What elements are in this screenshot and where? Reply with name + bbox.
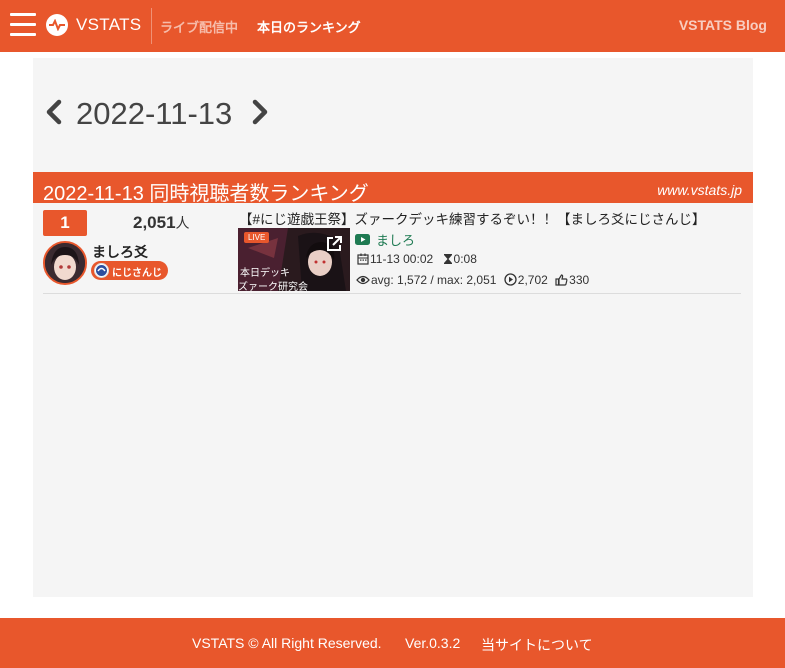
start-time: 11-13 00:02 [370, 252, 434, 266]
nav-link-blog[interactable]: VSTATS Blog [679, 17, 767, 33]
footer: VSTATS © All Right Reserved. Ver.0.3.2 当… [0, 618, 785, 668]
view-count: 2,702 [517, 273, 548, 287]
thumbs-up-icon [555, 274, 568, 289]
thumbnail-caption: 本日デッキ [240, 268, 290, 279]
navbar: VSTATS ライブ配信中 本日のランキング VSTATS Blog [0, 0, 785, 52]
rank-badge: 1 [43, 210, 87, 236]
footer-about-link[interactable]: 当サイトについて [481, 635, 593, 655]
next-date-icon[interactable] [249, 96, 271, 128]
nav-link-live[interactable]: ライブ配信中 [160, 17, 238, 36]
calendar-icon [357, 253, 369, 268]
ranking-title: 2022-11-13 同時視聴者数ランキング [43, 183, 369, 205]
ranking-row: 1 2,051人 ましろ爻 にじさんじ 【#にじ遊戯王祭】ズァークデッキ練習する… [43, 206, 741, 294]
footer-version: Ver.0.3.2 [405, 635, 461, 651]
prev-date-icon[interactable] [43, 96, 65, 128]
avatar[interactable] [43, 241, 87, 285]
nijisanji-logo-icon [94, 263, 109, 278]
site-url: www.vstats.jp [657, 182, 742, 198]
stream-stats-info: avg: 1,572 / max: 2,051 2,702 330 [356, 273, 589, 289]
video-thumbnail[interactable]: LIVE 本日デッキ ズァーク研究会 [238, 228, 350, 291]
vstats-logo-icon[interactable] [46, 14, 68, 36]
viewer-stats: avg: 1,572 / max: 2,051 [371, 273, 497, 287]
nav-link-ranking[interactable]: 本日のランキング [257, 17, 361, 36]
menu-icon[interactable] [10, 13, 36, 39]
footer-copyright: VSTATS © All Right Reserved. [192, 635, 382, 651]
play-circle-icon [504, 273, 517, 289]
duration: 0:08 [453, 252, 477, 266]
thumbnail-caption-2: ズァーク研究会 [238, 282, 308, 291]
eye-icon [356, 274, 370, 289]
stream-time-info: 11-13 00:02 0:08 [357, 252, 477, 268]
main-panel: 2022-11-13 2022-11-13 同時視聴者数ランキング www.vs… [33, 58, 753, 597]
youtube-channel-link[interactable]: ましろ [376, 230, 415, 249]
ranking-header: 2022-11-13 同時視聴者数ランキング www.vstats.jp [33, 172, 753, 205]
like-count: 330 [569, 273, 590, 287]
current-date: 2022-11-13 [76, 96, 233, 131]
brand-name[interactable]: VSTATS [76, 15, 141, 35]
live-tag: LIVE [244, 232, 270, 243]
youtube-icon [355, 232, 370, 245]
external-link-icon[interactable] [324, 234, 344, 254]
channel-name[interactable]: ましろ爻 [92, 242, 148, 262]
viewer-count-value: 2,051 [133, 213, 176, 232]
org-name: にじさんじ [112, 268, 162, 279]
nav-divider [151, 8, 152, 44]
video-title[interactable]: 【#にじ遊戯王祭】ズァークデッキ練習するぞい！！【ましろ爻にじさんじ】 [239, 208, 706, 228]
viewer-count-unit: 人 [175, 215, 190, 231]
hourglass-icon [443, 253, 453, 268]
org-badge[interactable]: にじさんじ [91, 261, 168, 280]
viewer-count: 2,051人 [133, 213, 190, 233]
